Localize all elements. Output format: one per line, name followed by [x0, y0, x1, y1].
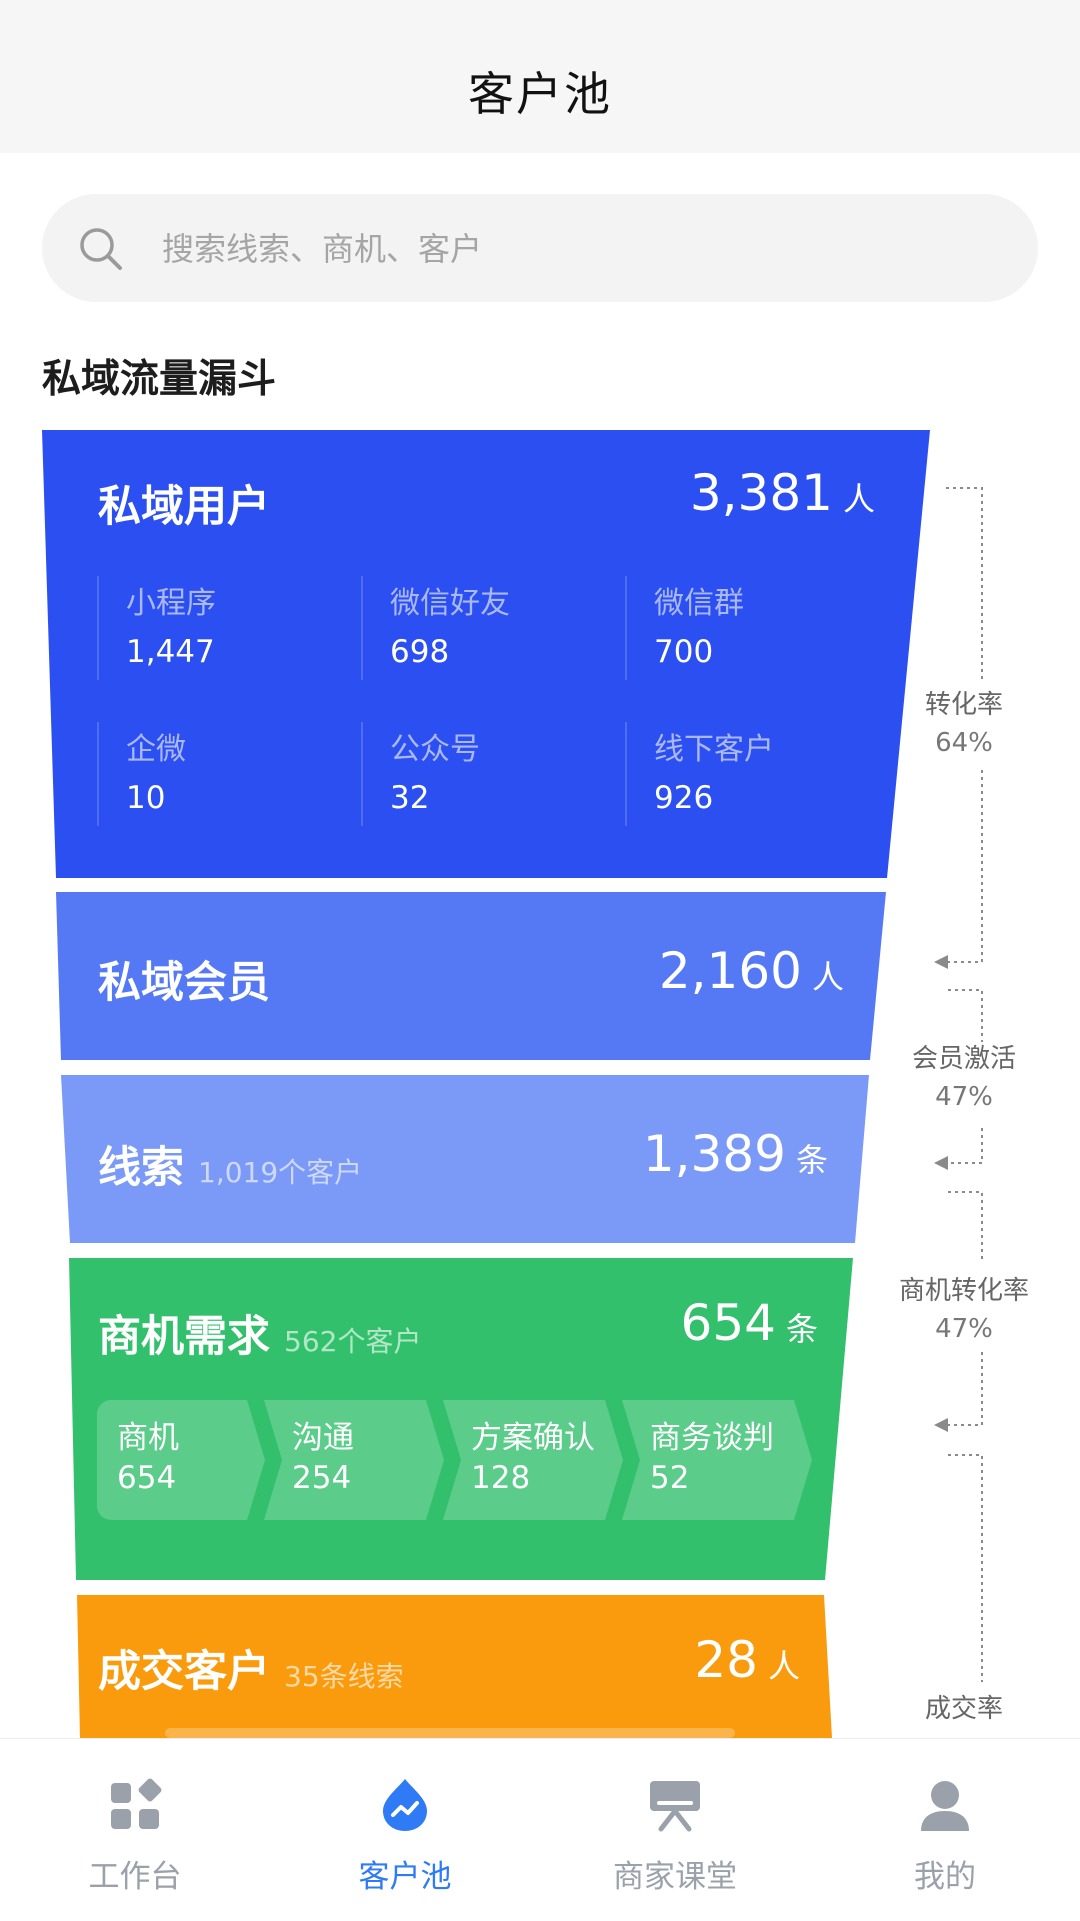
source-wecom[interactable]: 企微 10: [97, 722, 339, 826]
layer-label: 私域用户: [98, 482, 270, 532]
source-mini-program[interactable]: 小程序 1,447: [97, 576, 339, 680]
tab-merchant-classroom[interactable]: 商家课堂: [540, 1739, 810, 1921]
rate-member-activation: 会员激活 47%: [911, 1044, 1016, 1112]
top-bar: 客户池: [0, 0, 1080, 153]
customer-pool-icon: [383, 1779, 427, 1831]
layer-value: 2,160 人: [658, 942, 844, 1000]
rate-deal: 成交率: [924, 1694, 1003, 1724]
stage-opportunity[interactable]: 商机 654: [97, 1400, 265, 1520]
layer-value: 1,389 条: [642, 1125, 828, 1183]
classroom-icon: [650, 1781, 700, 1832]
layer-label: 商机需求 562个客户: [98, 1312, 422, 1362]
funnel-section-title: 私域流量漏斗: [42, 357, 277, 402]
source-offline-customers[interactable]: 线下客户 926: [625, 722, 867, 826]
profile-icon: [921, 1781, 969, 1831]
search-input[interactable]: [160, 194, 984, 304]
tab-mine[interactable]: 我的: [810, 1739, 1080, 1921]
page-title: 客户池: [468, 67, 612, 121]
layer-label: 成交客户 35条线索: [98, 1647, 404, 1697]
layer-value: 654 条: [680, 1294, 818, 1352]
source-wechat-friends[interactable]: 微信好友 698: [361, 576, 603, 680]
tab-workbench[interactable]: 工作台: [0, 1739, 270, 1921]
stage-communication[interactable]: 沟通 254: [264, 1400, 444, 1520]
stage-negotiation[interactable]: 商务谈判 52: [622, 1400, 812, 1520]
workbench-icon: [111, 1778, 162, 1829]
funnel-layer-private-users[interactable]: 私域用户 3,381 人 小程序 1,447 微信好友 698 微信群 700 企…: [0, 430, 1080, 878]
tab-customer-pool[interactable]: 客户池: [270, 1739, 540, 1921]
layer-value: 28 人: [694, 1631, 800, 1689]
rate-conversion: 转化率 64%: [924, 690, 1003, 758]
search-bar[interactable]: [42, 194, 1038, 304]
bottom-tab-bar: 工作台 客户池 商家课堂 我的: [0, 1738, 1080, 1921]
layer-label: 私域会员: [98, 958, 270, 1008]
layer-value: 3,381 人: [689, 464, 875, 522]
funnel-layer-members[interactable]: 私域会员 2,160 人: [0, 892, 1080, 1060]
layer-label: 线索 1,019个客户: [98, 1143, 363, 1193]
stage-plan-confirm[interactable]: 方案确认 128: [443, 1400, 623, 1520]
source-official-account[interactable]: 公众号 32: [361, 722, 603, 826]
rate-opportunity-conversion: 商机转化率 47%: [898, 1276, 1029, 1344]
source-wechat-groups[interactable]: 微信群 700: [625, 576, 867, 680]
search-icon: [80, 228, 122, 270]
